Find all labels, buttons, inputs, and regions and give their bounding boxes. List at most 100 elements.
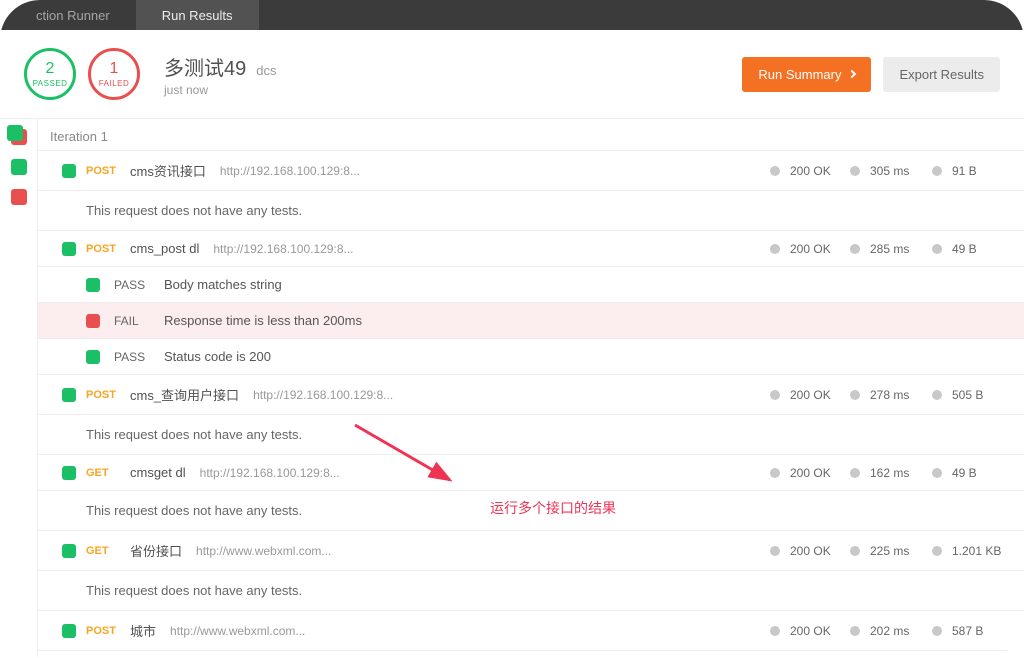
- dot-icon: [932, 468, 942, 478]
- dot-icon: [770, 390, 780, 400]
- request-url: http://www.webxml.com...: [170, 624, 305, 638]
- results-header: 2 PASSED 1 FAILED 多测试49 dcs just now Run…: [0, 30, 1024, 119]
- http-method: GET: [86, 545, 120, 557]
- request-name: 省份接口: [130, 541, 182, 560]
- request-name: 城市: [130, 621, 156, 640]
- test-status-icon: [86, 350, 100, 364]
- iteration-label[interactable]: Iteration 1: [38, 119, 1024, 151]
- request-url: http://192.168.100.129:8...: [253, 388, 393, 402]
- response-size: 49 B: [952, 466, 1004, 480]
- tab-collection-runner[interactable]: ction Runner: [10, 0, 136, 30]
- dot-icon: [770, 546, 780, 556]
- failed-label: FAILED: [99, 79, 130, 88]
- status-square-icon: [62, 164, 76, 178]
- run-time: just now: [164, 83, 742, 97]
- no-tests-message: This request does not have any tests.: [38, 571, 1024, 611]
- rail-passed-icon[interactable]: [11, 159, 27, 175]
- dot-icon: [932, 244, 942, 254]
- test-result-label: PASS: [114, 278, 150, 292]
- response-size: 91 B: [952, 164, 1004, 178]
- test-status-icon: [86, 278, 100, 292]
- test-name: Status code is 200: [164, 349, 271, 364]
- chevron-right-icon: [848, 70, 856, 78]
- passed-count-circle: 2 PASSED: [24, 48, 76, 100]
- http-method: POST: [86, 389, 120, 401]
- failed-count: 1: [110, 61, 119, 77]
- left-rail: [0, 119, 38, 657]
- http-method: POST: [86, 165, 120, 177]
- tab-run-results[interactable]: Run Results: [136, 0, 259, 30]
- dot-icon: [932, 626, 942, 636]
- window-tabs: ction Runner Run Results: [0, 0, 1024, 30]
- status-square-icon: [62, 624, 76, 638]
- request-row[interactable]: GETcmsget dlhttp://192.168.100.129:8...2…: [38, 455, 1024, 491]
- request-url: http://192.168.100.129:8...: [213, 242, 353, 256]
- request-name: cms资讯接口: [130, 161, 206, 180]
- export-results-button[interactable]: Export Results: [883, 57, 1000, 92]
- response-code: 200 OK: [790, 466, 840, 480]
- test-status-icon: [86, 314, 100, 328]
- dot-icon: [770, 166, 780, 176]
- response-time: 278 ms: [870, 388, 922, 402]
- response-time: 285 ms: [870, 242, 922, 256]
- dot-icon: [850, 626, 860, 636]
- no-tests-message: This request does not have any tests.: [38, 491, 1024, 531]
- collection-name: dcs: [256, 63, 276, 78]
- rail-all-icon[interactable]: [11, 129, 27, 145]
- test-row[interactable]: FAIL Response time is less than 200ms: [38, 303, 1024, 339]
- run-title: 多测试49: [164, 52, 246, 81]
- response-code: 200 OK: [790, 164, 840, 178]
- request-row[interactable]: POSTcms资讯接口http://192.168.100.129:8...20…: [38, 151, 1024, 191]
- no-tests-message: This request does not have any tests.: [38, 191, 1024, 231]
- request-row[interactable]: POST 城市 http://www.webxml.com... 200 OK 202 …: [38, 611, 1024, 651]
- dot-icon: [932, 546, 942, 556]
- request-row[interactable]: GET 省份接口 http://www.webxml.com... 200 OK 225…: [38, 531, 1024, 571]
- response-time: 225 ms: [870, 544, 922, 558]
- dot-icon: [850, 390, 860, 400]
- run-summary-button[interactable]: Run Summary: [742, 57, 871, 92]
- dot-icon: [850, 244, 860, 254]
- test-result-label: FAIL: [114, 314, 150, 328]
- response-time: 305 ms: [870, 164, 922, 178]
- response-time: 202 ms: [870, 624, 922, 638]
- request-url: http://www.webxml.com...: [196, 544, 331, 558]
- response-size: 49 B: [952, 242, 1004, 256]
- dot-icon: [850, 546, 860, 556]
- dot-icon: [932, 166, 942, 176]
- failed-count-circle: 1 FAILED: [88, 48, 140, 100]
- response-code: 200 OK: [790, 624, 840, 638]
- status-square-icon: [62, 388, 76, 402]
- dot-icon: [770, 626, 780, 636]
- request-name: cms_查询用户接口: [130, 385, 239, 404]
- dot-icon: [770, 468, 780, 478]
- run-title-block: 多测试49 dcs just now: [164, 52, 742, 97]
- response-size: 1.201 KB: [952, 544, 1004, 558]
- results-list: Iteration 1 POST cms资讯接口 http://192.168.10…: [38, 119, 1024, 657]
- test-row[interactable]: PASS Status code is 200: [38, 339, 1024, 375]
- test-result-label: PASS: [114, 350, 150, 364]
- test-name: Body matches string: [164, 277, 282, 292]
- test-row[interactable]: PASS Body matches string: [38, 267, 1024, 303]
- response-code: 200 OK: [790, 242, 840, 256]
- status-square-icon: [62, 466, 76, 480]
- response-size: 505 B: [952, 388, 1004, 402]
- passed-count: 2: [46, 61, 55, 77]
- http-method: GET: [86, 467, 120, 479]
- dot-icon: [770, 244, 780, 254]
- response-time: 162 ms: [870, 466, 922, 480]
- response-size: 587 B: [952, 624, 1004, 638]
- dot-icon: [932, 390, 942, 400]
- request-row[interactable]: POST cms_查询用户接口 http://192.168.100.129:8..…: [38, 375, 1024, 415]
- http-method: POST: [86, 625, 120, 637]
- no-tests-message: This request does not have any tests.: [38, 415, 1024, 455]
- dot-icon: [850, 468, 860, 478]
- http-method: POST: [86, 243, 120, 255]
- rail-failed-icon[interactable]: [11, 189, 27, 205]
- response-code: 200 OK: [790, 544, 840, 558]
- request-row[interactable]: POST cms_post dl http://192.168.100.129:8.…: [38, 231, 1024, 267]
- passed-label: PASSED: [33, 79, 68, 88]
- test-name: Response time is less than 200ms: [164, 313, 362, 328]
- status-square-icon: [62, 242, 76, 256]
- request-name: cms_post dl: [130, 241, 199, 256]
- request-name: cmsget dl: [130, 465, 186, 480]
